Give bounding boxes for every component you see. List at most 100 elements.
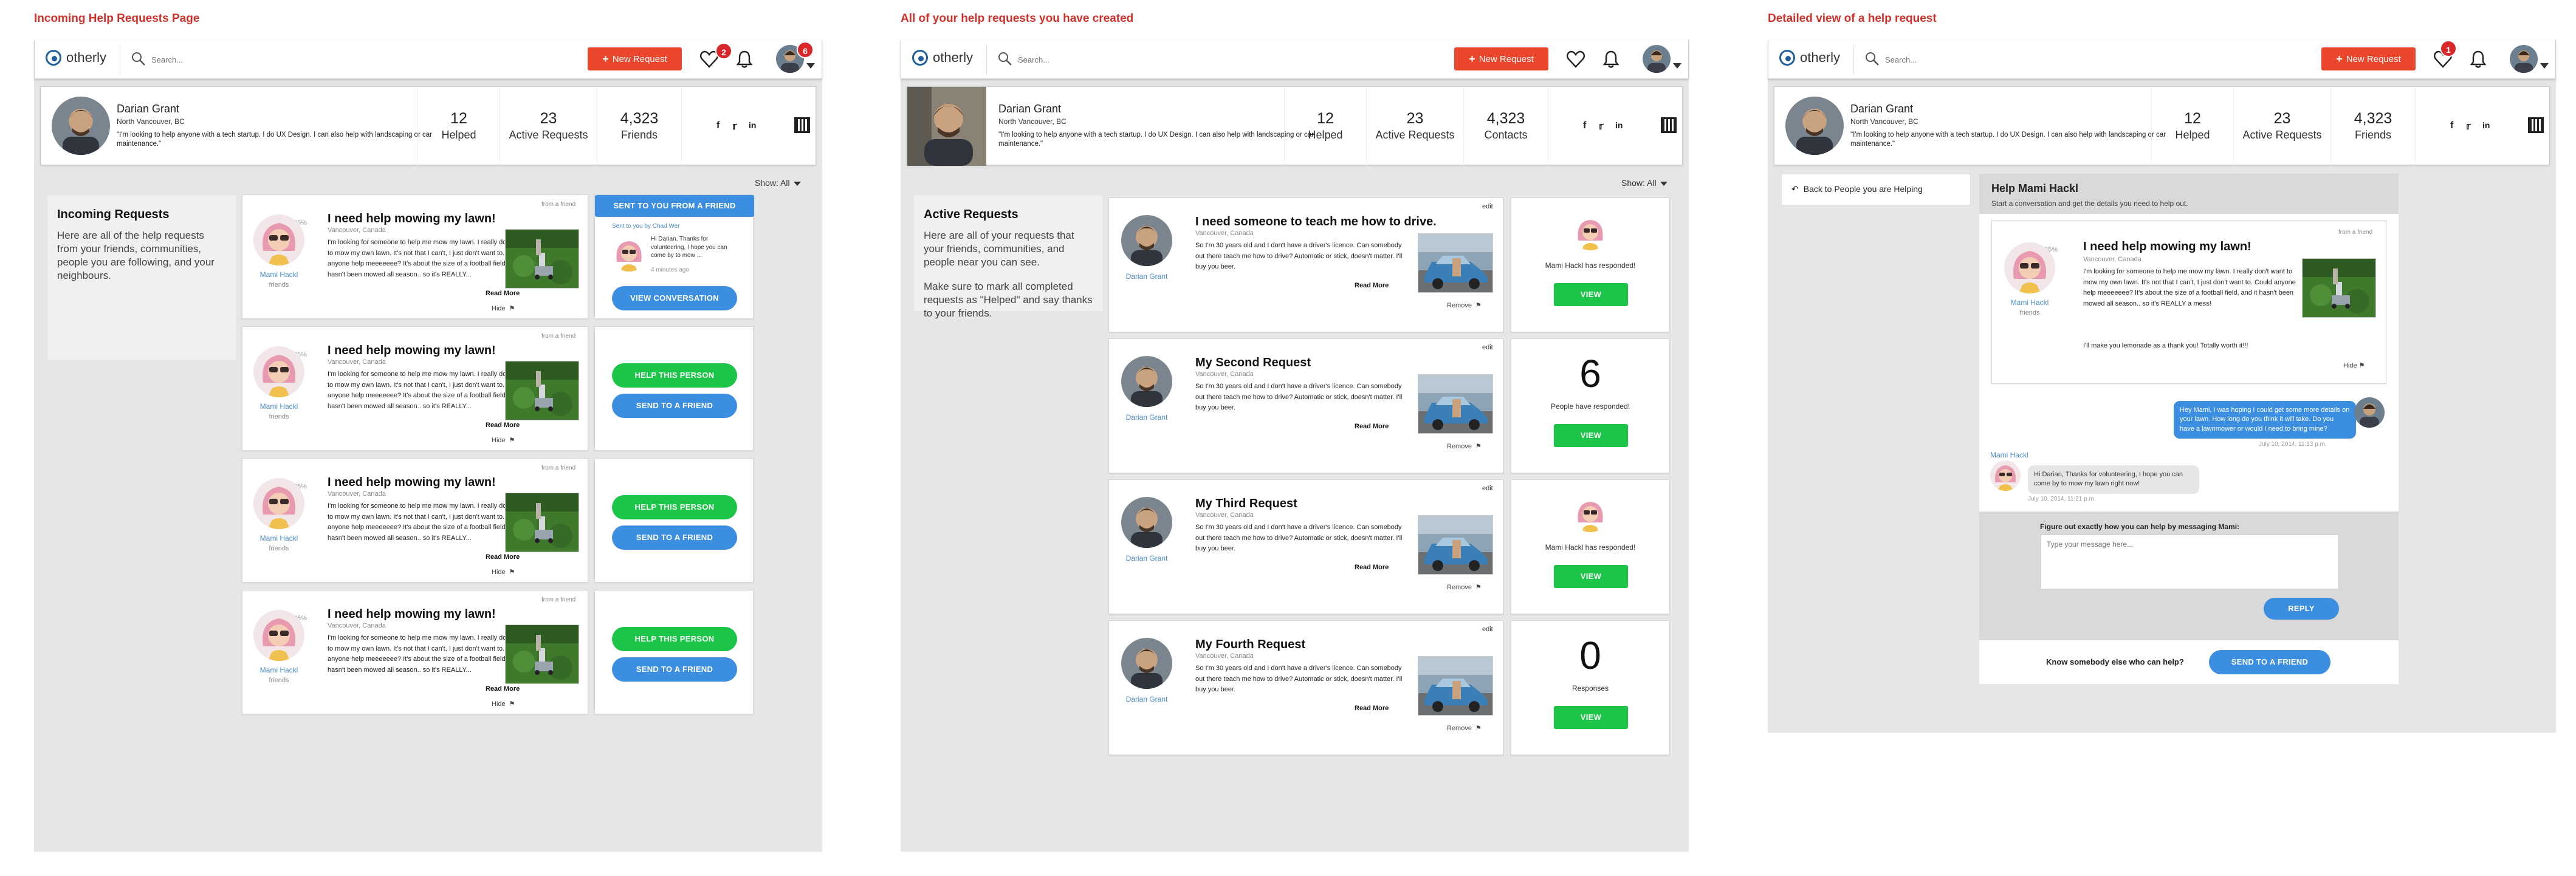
reply-author[interactable]: Mami Hackl [1990, 451, 2028, 459]
requester-name[interactable]: Darian Grant [1119, 554, 1174, 563]
hide-button[interactable]: Hide ⚑ [492, 700, 515, 708]
lawn-photo[interactable] [505, 229, 579, 289]
qr-code-icon[interactable] [2528, 117, 2544, 133]
search-input[interactable] [151, 52, 455, 67]
facebook-icon[interactable]: f [2450, 120, 2453, 131]
hide-button[interactable]: Hide ⚑ [492, 568, 515, 576]
user-avatar[interactable] [2510, 45, 2538, 73]
remove-button[interactable]: Remove ⚑ [1447, 724, 1482, 732]
car-photo[interactable] [1418, 515, 1493, 575]
responder-avatar[interactable] [1572, 496, 1609, 532]
search-input[interactable] [1018, 52, 1322, 67]
bell-icon[interactable] [735, 50, 754, 69]
sent-from-friend-header[interactable]: SENT TO YOU FROM A FRIEND [595, 195, 754, 217]
bell-icon[interactable] [1601, 50, 1621, 69]
read-more-link[interactable]: Read More [486, 422, 520, 429]
remove-button[interactable]: Remove ⚑ [1447, 301, 1482, 309]
search-icon[interactable] [131, 51, 146, 67]
stat-friends[interactable]: 4,323 Friends [597, 87, 682, 166]
help-this-person-button[interactable]: HELP THIS PERSON [612, 495, 737, 519]
linkedin-icon[interactable]: in [1615, 120, 1623, 130]
twitter-icon[interactable]: 𝕣 [1599, 120, 1604, 132]
linkedin-icon[interactable]: in [2482, 120, 2490, 130]
requester-avatar[interactable] [1121, 638, 1172, 689]
send-to-friend-button[interactable]: SEND TO A FRIEND [612, 394, 737, 418]
send-to-friend-button[interactable]: SEND TO A FRIEND [612, 657, 737, 682]
help-this-person-button[interactable]: HELP THIS PERSON [612, 627, 737, 651]
requester-name[interactable]: Mami Hackl [252, 666, 306, 674]
new-request-button[interactable]: + New Request [2321, 47, 2416, 70]
responder-avatar[interactable] [1572, 214, 1609, 250]
facebook-icon[interactable]: f [1583, 120, 1586, 131]
qr-code-icon[interactable] [1661, 117, 1677, 133]
lawn-photo[interactable] [2302, 258, 2376, 318]
search-icon[interactable] [997, 51, 1013, 67]
stat-friends[interactable]: 4,323 Friends [2330, 87, 2416, 166]
lawn-photo[interactable] [505, 493, 579, 552]
twitter-icon[interactable]: 𝕣 [2466, 120, 2471, 132]
new-request-button[interactable]: + New Request [1454, 47, 1548, 70]
facebook-icon[interactable]: f [716, 120, 720, 131]
logo[interactable]: otherly [912, 50, 973, 66]
send-to-friend-button[interactable]: SEND TO A FRIEND [2209, 650, 2330, 674]
read-more-link[interactable]: Read More [486, 685, 520, 693]
read-more-link[interactable]: Read More [1355, 282, 1389, 289]
stat-active-requests[interactable]: 23 Active Requests [2233, 87, 2330, 166]
twitter-icon[interactable]: 𝕣 [732, 120, 737, 132]
user-avatar[interactable] [1643, 45, 1671, 73]
read-more-link[interactable]: Read More [486, 290, 520, 297]
car-photo[interactable] [1418, 233, 1493, 293]
hide-button[interactable]: Hide ⚑ [492, 436, 515, 444]
bell-icon[interactable] [2468, 50, 2488, 69]
requester-avatar[interactable] [253, 214, 304, 265]
read-more-link[interactable]: Read More [1355, 423, 1389, 430]
requester-name[interactable]: Mami Hackl [2002, 298, 2057, 307]
chevron-down-icon[interactable] [2540, 63, 2549, 69]
logo[interactable]: otherly [46, 50, 106, 66]
edit-link[interactable]: edit [1482, 626, 1493, 633]
requester-avatar[interactable] [1121, 215, 1172, 266]
requester-avatar[interactable] [253, 346, 304, 397]
search-input[interactable] [1885, 52, 2189, 67]
edit-link[interactable]: edit [1482, 344, 1493, 351]
view-conversation-button[interactable]: VIEW CONVERSATION [612, 286, 737, 310]
show-filter[interactable]: Show: All [755, 178, 801, 188]
requester-avatar[interactable] [2004, 242, 2055, 293]
car-photo[interactable] [1418, 656, 1493, 716]
requester-name[interactable]: Mami Hackl [252, 402, 306, 411]
requester-avatar[interactable] [1121, 356, 1172, 407]
message-input[interactable] [2040, 535, 2339, 589]
chevron-down-icon[interactable] [1673, 63, 1681, 69]
remove-button[interactable]: Remove ⚑ [1447, 442, 1482, 450]
new-request-button[interactable]: + New Request [588, 47, 682, 70]
view-button[interactable]: VIEW [1554, 565, 1628, 588]
read-more-link[interactable]: Read More [1355, 705, 1389, 712]
lawn-photo[interactable] [505, 361, 579, 420]
hide-button[interactable]: Hide ⚑ [2343, 361, 2365, 369]
help-this-person-button[interactable]: HELP THIS PERSON [612, 363, 737, 388]
requester-avatar[interactable] [253, 478, 304, 529]
search-icon[interactable] [1864, 51, 1880, 67]
chevron-down-icon[interactable] [806, 63, 815, 69]
heart-icon[interactable] [1566, 50, 1585, 69]
requester-name[interactable]: Darian Grant [1119, 695, 1174, 703]
lawn-photo[interactable] [505, 624, 579, 684]
show-filter[interactable]: Show: All [1621, 178, 1668, 188]
requester-avatar[interactable] [253, 610, 304, 661]
view-button[interactable]: VIEW [1554, 706, 1628, 729]
hide-button[interactable]: Hide ⚑ [492, 304, 515, 312]
stat-helped[interactable]: 12 Helped [2151, 87, 2233, 166]
stat-helped[interactable]: 12 Helped [1284, 87, 1366, 166]
remove-button[interactable]: Remove ⚑ [1447, 583, 1482, 591]
requester-avatar[interactable] [1121, 497, 1172, 548]
view-button[interactable]: VIEW [1554, 424, 1628, 447]
reply-button[interactable]: REPLY [2264, 598, 2339, 620]
edit-link[interactable]: edit [1482, 485, 1493, 492]
requester-name[interactable]: Darian Grant [1119, 272, 1174, 281]
send-to-friend-button[interactable]: SEND TO A FRIEND [612, 525, 737, 550]
requester-name[interactable]: Mami Hackl [252, 534, 306, 542]
stat-active-requests[interactable]: 23 Active Requests [1366, 87, 1463, 166]
edit-link[interactable]: edit [1482, 203, 1493, 210]
linkedin-icon[interactable]: in [749, 120, 756, 130]
view-button[interactable]: VIEW [1554, 283, 1628, 306]
